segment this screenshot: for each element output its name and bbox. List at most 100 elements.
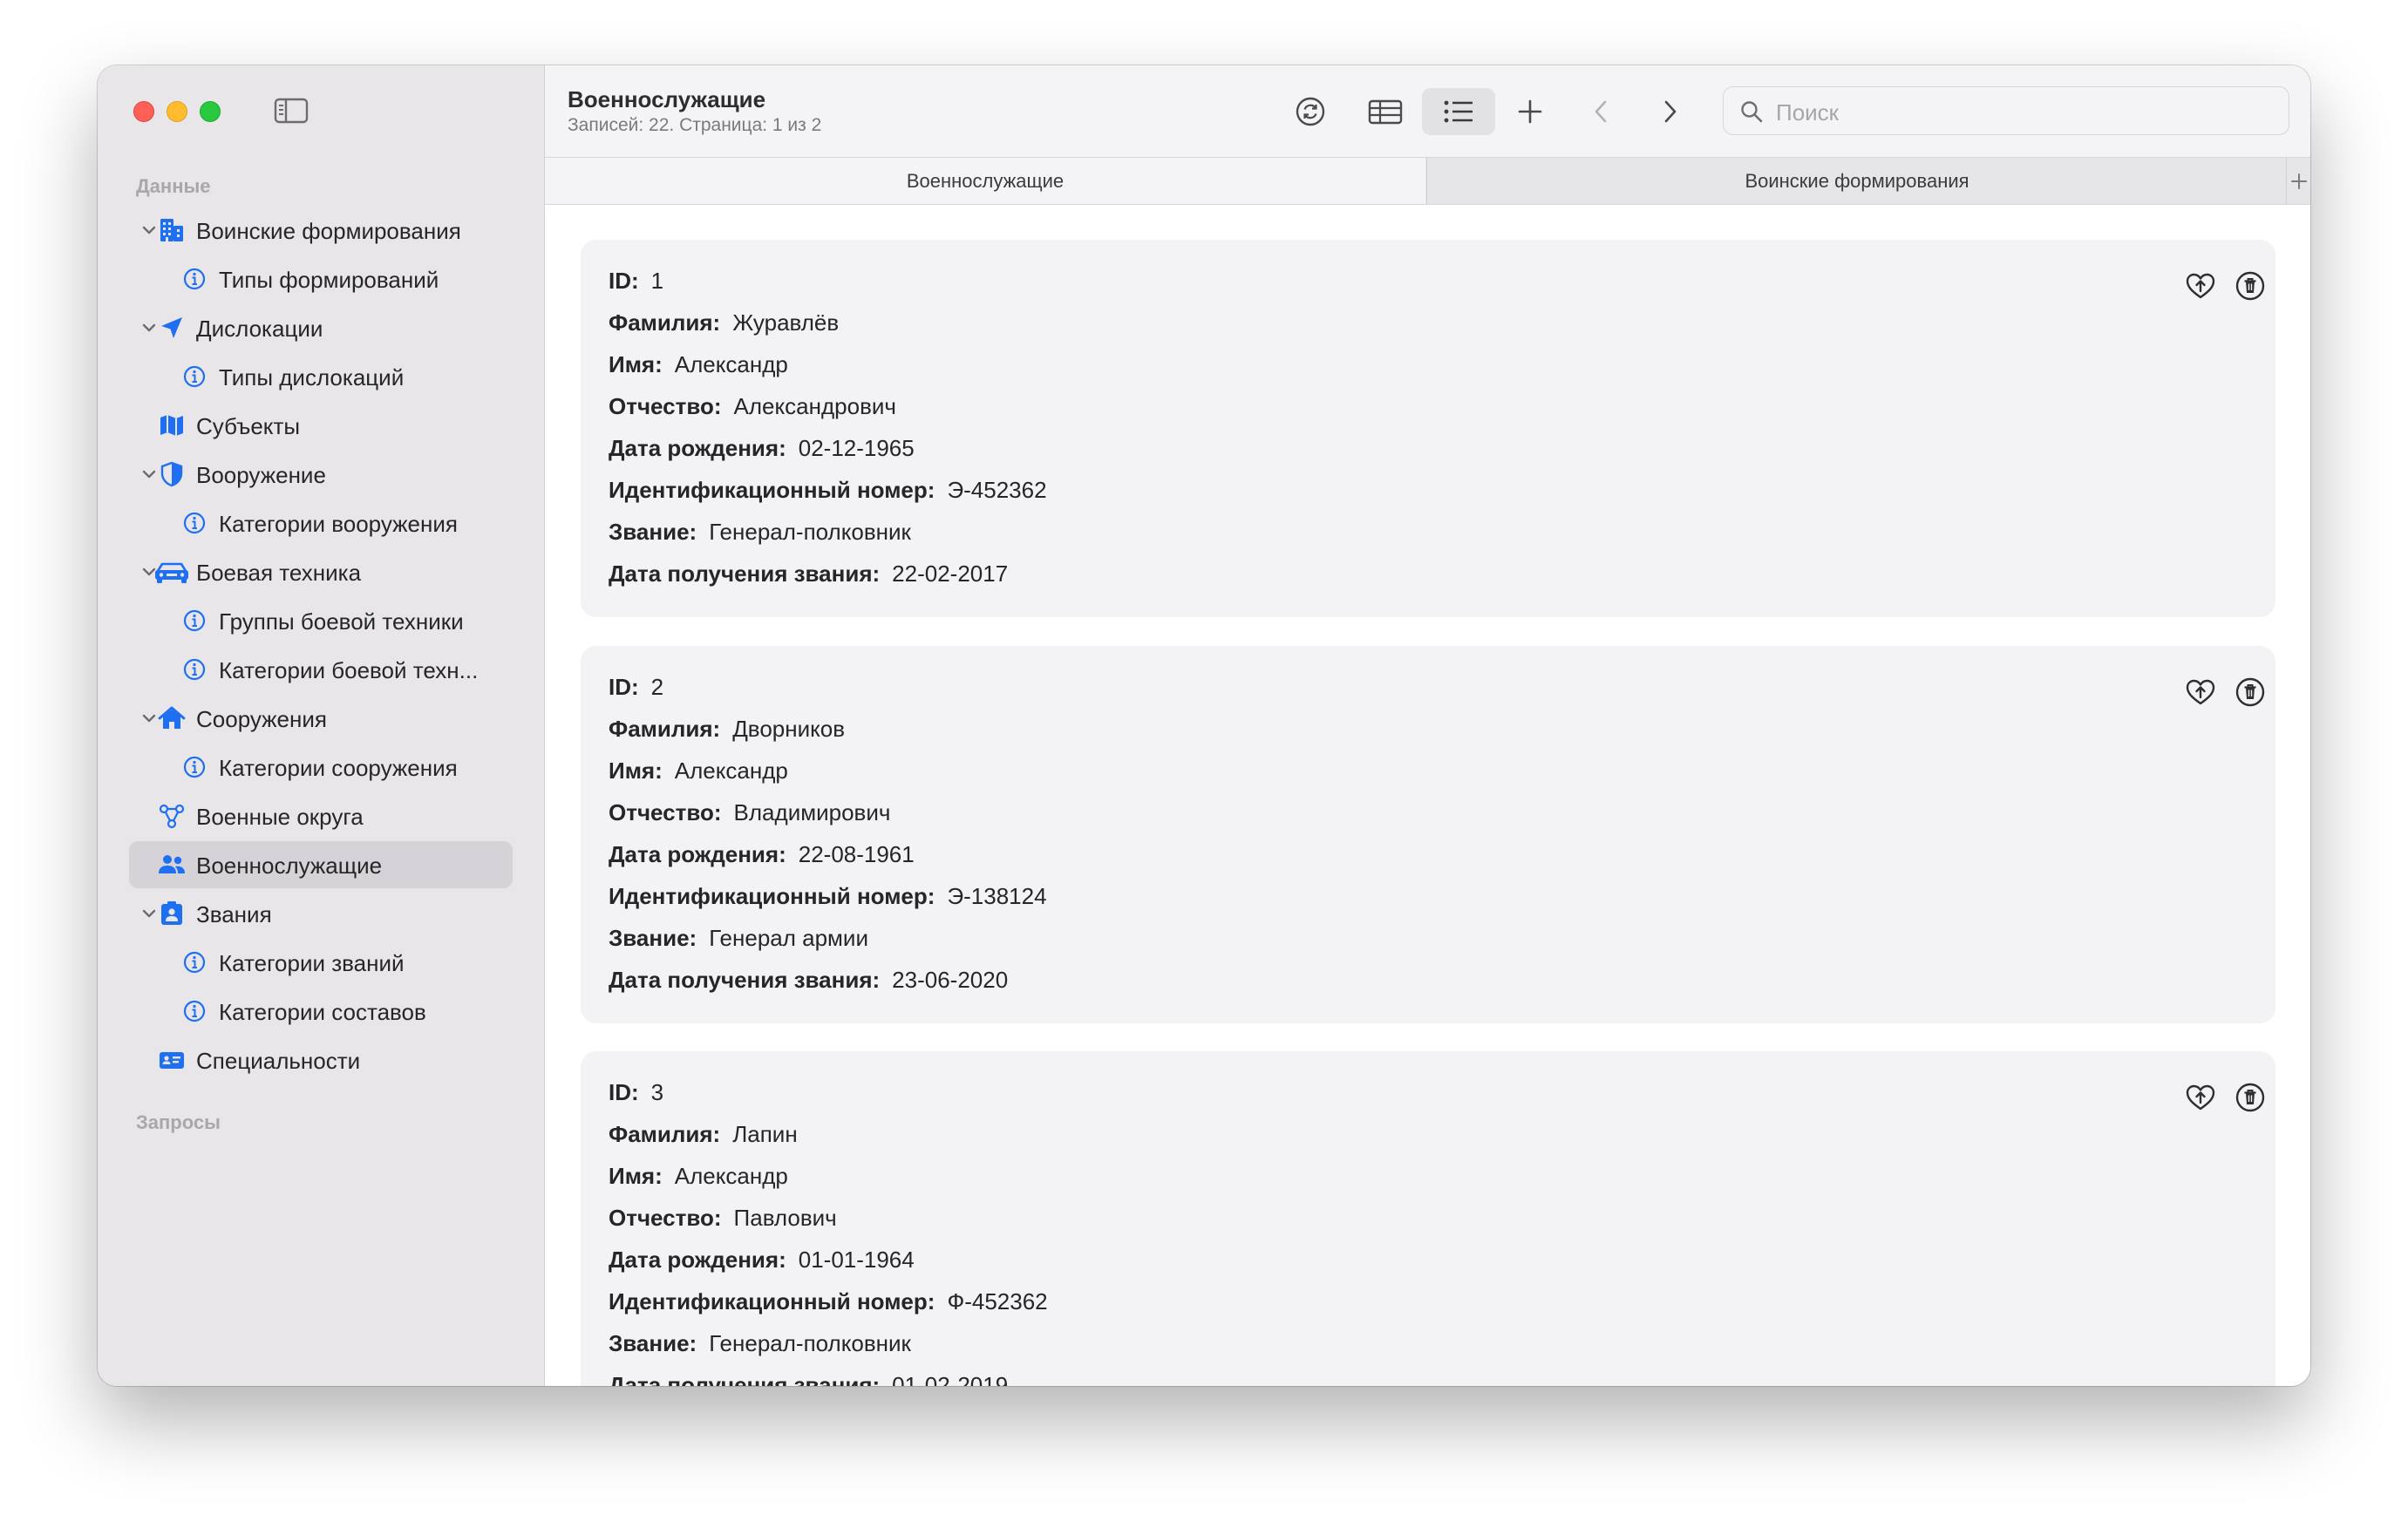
- field-label: Идентификационный номер:: [609, 1288, 935, 1315]
- chevron-down-icon[interactable]: [141, 320, 157, 336]
- field-value: 01-02-2019: [892, 1372, 1009, 1386]
- search-icon: [1739, 99, 1764, 124]
- search-input[interactable]: [1774, 94, 2266, 131]
- info-circle-icon: [180, 606, 209, 635]
- field-value: Дворников: [732, 716, 846, 742]
- tab-servicemen[interactable]: Военнослужащие: [545, 158, 1425, 204]
- tab-label: Воинские формирования: [1745, 169, 1969, 192]
- field-label: Звание:: [609, 519, 697, 545]
- record-field-birth-date: Дата рождения: 22-08-1961: [609, 841, 915, 868]
- list-view-button[interactable]: [1422, 88, 1495, 135]
- sidebar-item-subjects[interactable]: Субъекты: [129, 402, 513, 449]
- record-card: ID: 2 Фамилия: Дворников Имя: Александр Отч…: [581, 646, 2275, 1023]
- sidebar-item-label: Категории сооружения: [219, 755, 458, 781]
- previous-page-button[interactable]: [1575, 88, 1628, 135]
- sidebar-item-label: Категории званий: [219, 950, 405, 976]
- tab-military-units[interactable]: Воинские формирования: [1426, 158, 2287, 204]
- info-circle-icon: [180, 362, 209, 391]
- field-label: Звание:: [609, 925, 697, 951]
- record-field-id-number: Идентификационный номер: Ф-452362: [609, 1288, 1048, 1315]
- sidebar-item-label: Категории боевой техн...: [219, 657, 479, 683]
- sidebar-item-label: Звания: [196, 901, 272, 927]
- refresh-button[interactable]: [1284, 88, 1337, 135]
- sidebar-item-unit-types[interactable]: Типы формирований: [129, 255, 513, 302]
- sidebar-item-armament[interactable]: Вооружение: [129, 451, 513, 498]
- person-badge-icon: [157, 899, 187, 928]
- zoom-window-button[interactable]: [200, 101, 221, 122]
- field-value: Александрович: [733, 393, 896, 419]
- trash-icon: [2235, 271, 2265, 301]
- close-window-button[interactable]: [133, 101, 154, 122]
- minimize-window-button[interactable]: [167, 101, 187, 122]
- add-record-button[interactable]: [1504, 88, 1556, 135]
- building-icon: [157, 215, 187, 245]
- sidebar-item-servicemen[interactable]: Военнослужащие: [129, 841, 513, 888]
- field-label: Фамилия:: [609, 309, 721, 336]
- sidebar-item-label: Специальности: [196, 1048, 361, 1074]
- record-field-rank: Звание: Генерал армии: [609, 925, 868, 952]
- sidebar-item-locations[interactable]: Дислокации: [129, 304, 513, 351]
- map-icon: [157, 411, 187, 440]
- sidebar-item-ranks[interactable]: Звания: [129, 890, 513, 937]
- field-label: Фамилия:: [609, 716, 721, 742]
- sidebar-item-military-districts[interactable]: Военные округа: [129, 792, 513, 839]
- chevron-down-icon[interactable]: [141, 466, 157, 482]
- field-value: Владимирович: [733, 799, 891, 825]
- heart-upload-icon: [2186, 273, 2215, 299]
- trash-icon: [2235, 1083, 2265, 1112]
- favorite-button[interactable]: [2183, 268, 2218, 303]
- app-window: Данные Воинские формирования Типы формир…: [98, 65, 2310, 1386]
- record-field-surname: Фамилия: Лапин: [609, 1121, 798, 1148]
- new-tab-button[interactable]: [2286, 158, 2310, 204]
- chevron-down-icon[interactable]: [141, 710, 157, 726]
- sidebar-item-armament-categories[interactable]: Категории вооружения: [129, 499, 513, 547]
- sidebar-item-staff-categories[interactable]: Категории составов: [129, 988, 513, 1035]
- field-value: Э-138124: [947, 883, 1047, 909]
- delete-button[interactable]: [2233, 675, 2268, 710]
- people-icon: [157, 850, 187, 880]
- chevron-down-icon[interactable]: [141, 222, 157, 238]
- delete-button[interactable]: [2233, 268, 2268, 303]
- field-label: Дата рождения:: [609, 435, 786, 461]
- sidebar-item-military-units[interactable]: Воинские формирования: [129, 207, 513, 254]
- next-page-button[interactable]: [1643, 88, 1696, 135]
- chevron-down-icon[interactable]: [141, 906, 157, 921]
- sidebar-item-rank-categories[interactable]: Категории званий: [129, 939, 513, 986]
- field-label: Отчество:: [609, 1205, 722, 1231]
- sidebar-item-label: Вооружение: [196, 462, 326, 488]
- sidebar-item-combat-vehicles[interactable]: Боевая техника: [129, 548, 513, 595]
- sidebar-toggle-icon[interactable]: [274, 98, 309, 124]
- field-value: Ф-452362: [947, 1288, 1048, 1315]
- sidebar-item-label: Категории составов: [219, 999, 426, 1025]
- records-list: ID: 1 Фамилия: Журавлёв Имя: Александр Отче…: [545, 205, 2310, 1386]
- shield-icon: [157, 459, 187, 489]
- sidebar-item-specialties[interactable]: Специальности: [129, 1036, 513, 1084]
- sidebar-item-location-types[interactable]: Типы дислокаций: [129, 353, 513, 400]
- field-value: Александр: [674, 758, 788, 784]
- favorite-button[interactable]: [2183, 675, 2218, 710]
- record-field-surname: Фамилия: Дворников: [609, 716, 845, 743]
- sidebar-item-structure-categories[interactable]: Категории сооружения: [129, 744, 513, 791]
- field-value: 01-01-1964: [798, 1247, 915, 1273]
- sidebar-item-vehicle-categories[interactable]: Категории боевой техн...: [129, 646, 513, 693]
- field-label: Отчество:: [609, 393, 722, 419]
- info-circle-icon: [180, 264, 209, 294]
- car-icon: [153, 557, 191, 587]
- record-field-id: ID: 1: [609, 268, 663, 295]
- search-field[interactable]: [1723, 86, 2289, 135]
- field-value: Э-452362: [947, 477, 1047, 503]
- field-value: Генерал-полковник: [709, 1330, 911, 1356]
- favorite-button[interactable]: [2183, 1080, 2218, 1115]
- record-card: ID: 3 Фамилия: Лапин Имя: Александр Отчеств…: [581, 1051, 2275, 1386]
- record-field-rank-date: Дата получения звания: 01-02-2019: [609, 1372, 1008, 1386]
- sidebar-item-structures[interactable]: Сооружения: [129, 695, 513, 742]
- heart-upload-icon: [2186, 1084, 2215, 1111]
- delete-button[interactable]: [2233, 1080, 2268, 1115]
- section-header-queries: Запросы: [136, 1111, 221, 1133]
- field-value: 02-12-1965: [798, 435, 915, 461]
- sidebar-item-vehicle-groups[interactable]: Группы боевой техники: [129, 597, 513, 644]
- field-label: Имя:: [609, 758, 663, 784]
- field-value: 3: [650, 1079, 664, 1105]
- table-view-button[interactable]: [1359, 88, 1411, 135]
- record-field-name: Имя: Александр: [609, 758, 788, 785]
